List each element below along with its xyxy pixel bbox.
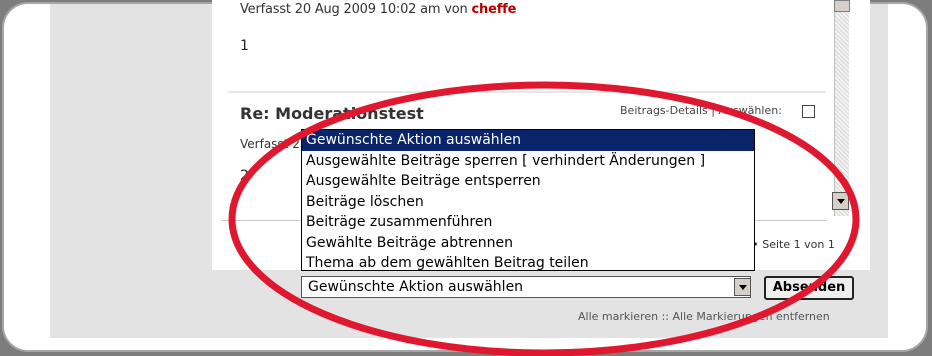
action-option[interactable]: Ausgewählte Beiträge entsperren [302, 171, 754, 192]
post-meta-text: Verfasst 20 Aug 2009 10:02 am von [240, 2, 468, 17]
post-author-link[interactable]: cheffe [472, 2, 517, 17]
post-details-links[interactable]: Beitrags-Details | Auswählen: [620, 104, 782, 117]
post-title[interactable]: Re: Moderationstest [240, 104, 424, 123]
action-option[interactable]: Gewünschte Aktion auswählen [302, 130, 754, 151]
action-option[interactable]: Thema ab dem gewählten Beitrag teilen [302, 253, 754, 274]
scrollbar-thumb[interactable] [834, 0, 850, 12]
post-select-checkbox[interactable] [802, 105, 815, 118]
post-meta: Verfasst 20 Aug 2009 10:02 am von cheffe [240, 2, 516, 17]
action-option[interactable]: Ausgewählte Beiträge sperren [ verhinder… [302, 151, 754, 172]
submit-button[interactable]: Absenden [764, 276, 854, 300]
action-dropdown-list[interactable]: Gewünschte Aktion auswählen Ausgewählte … [301, 129, 755, 271]
post-body: 1 [240, 38, 249, 54]
pagination-info: e • Seite 1 von 1 [742, 238, 835, 251]
scroll-down-arrow-icon[interactable] [832, 192, 849, 210]
post-divider [228, 91, 826, 93]
action-select[interactable]: Gewünschte Aktion auswählen [301, 276, 751, 298]
posts-scrollbar[interactable] [834, 0, 849, 216]
action-option[interactable]: Beiträge zusammenführen [302, 212, 754, 233]
action-option[interactable]: Beiträge löschen [302, 192, 754, 213]
mark-all-links[interactable]: Alle markieren :: Alle Markierungen entf… [578, 310, 830, 323]
post-body: 2 [240, 168, 249, 184]
action-option[interactable]: Gewählte Beiträge abtrennen [302, 233, 754, 254]
chevron-down-icon[interactable] [734, 278, 751, 296]
post-meta: Verfasst 2 [240, 137, 300, 151]
